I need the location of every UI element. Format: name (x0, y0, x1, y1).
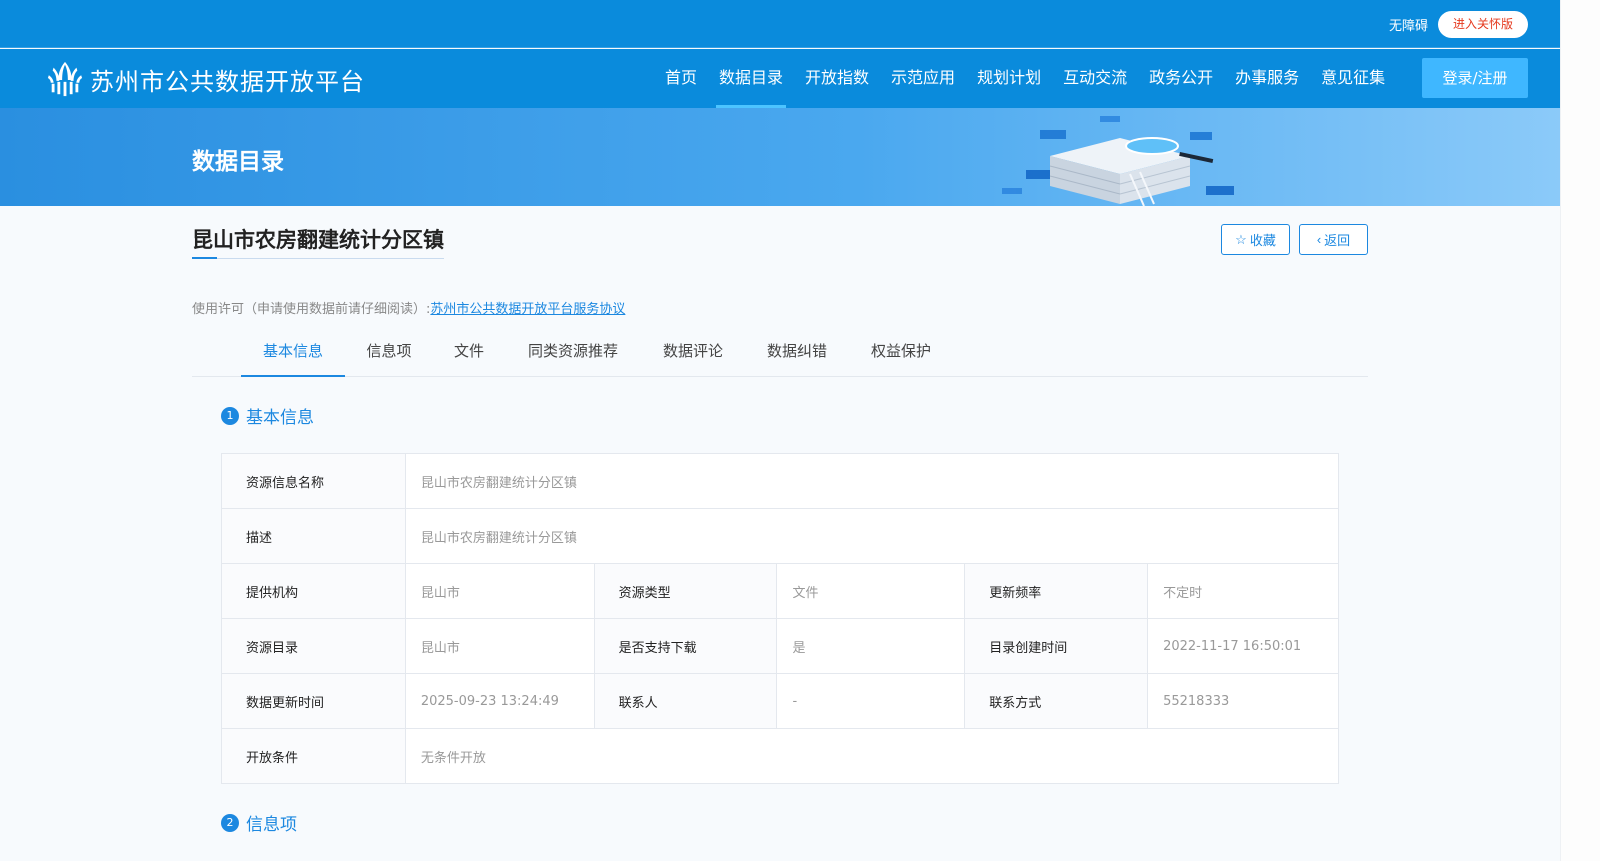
chevron-left-icon: ‹ (1316, 232, 1322, 247)
section-basic-info-heading: 1 基本信息 (221, 403, 314, 428)
nav-data-catalog[interactable]: 数据目录 (708, 49, 794, 108)
provider-label: 提供机构 (221, 563, 406, 619)
open-condition-label: 开放条件 (221, 728, 406, 784)
data-updated-value: 2025-09-23 13:24:49 (404, 673, 595, 729)
open-condition-value: 无条件开放 (404, 728, 1340, 784)
tab-data-correction[interactable]: 数据纠错 (754, 330, 840, 377)
detail-tabs: 基本信息 信息项 文件 同类资源推荐 数据评论 数据纠错 权益保护 (192, 330, 1368, 377)
table-row: 数据更新时间 2025-09-23 13:24:49 联系人 - 联系方式 55… (221, 673, 1339, 729)
table-row: 提供机构 昆山市 资源类型 文件 更新频率 不定时 (221, 563, 1339, 619)
resource-title-row: 昆山市农房翻建统计分区镇 ☆ 收藏 ‹ 返回 (192, 224, 1368, 259)
update-frequency-label: 更新频率 (964, 563, 1149, 619)
contact-method-label: 联系方式 (964, 673, 1149, 729)
catalog-created-label: 目录创建时间 (964, 618, 1149, 674)
description-value: 昆山市农房翻建统计分区镇 (404, 508, 1340, 564)
section-number-badge: 1 (221, 406, 239, 425)
table-row: 资源信息名称 昆山市农房翻建统计分区镇 (221, 453, 1340, 509)
catalog-value: 昆山市 (404, 618, 595, 674)
license-notice: 使用许可（申请使用数据前请仔细阅读）:苏州市公共数据开放平台服务协议 (192, 298, 625, 317)
back-label: 返回 (1324, 233, 1351, 248)
care-mode-button[interactable]: 进入关怀版 (1438, 11, 1528, 38)
main-nav: 首页 数据目录 开放指数 示范应用 规划计划 互动交流 政务公开 办事服务 意见… (654, 49, 1396, 108)
section-label: 基本信息 (246, 408, 314, 428)
tab-basic-info[interactable]: 基本信息 (241, 330, 345, 377)
main-header: 苏州市公共数据开放平台 首页 数据目录 开放指数 示范应用 规划计划 互动交流 … (0, 49, 1560, 108)
tab-info-items[interactable]: 信息项 (352, 330, 426, 377)
data-updated-label: 数据更新时间 (221, 673, 406, 729)
nav-interaction[interactable]: 互动交流 (1052, 49, 1138, 108)
banner-title: 数据目录 (192, 149, 284, 175)
download-support-label: 是否支持下载 (593, 618, 778, 674)
star-icon: ☆ (1235, 231, 1247, 247)
basic-info-table: 资源信息名称 昆山市农房翻建统计分区镇 描述 昆山市农房翻建统计分区镇 提供机构… (221, 453, 1340, 784)
logo-icon (47, 61, 83, 97)
tab-files[interactable]: 文件 (438, 330, 500, 377)
table-row: 开放条件 无条件开放 (221, 728, 1340, 784)
top-utility-bar: 无障碍 进入关怀版 (0, 0, 1560, 48)
page-banner: 数据目录 (0, 108, 1560, 206)
page-scrollbar[interactable] (1560, 0, 1600, 861)
site-logo[interactable]: 苏州市公共数据开放平台 (46, 59, 365, 99)
section-info-items-heading: 2 信息项 (221, 810, 297, 835)
favorite-button[interactable]: ☆ 收藏 (1221, 224, 1290, 255)
contact-method-value: 55218333 (1147, 673, 1339, 729)
site-name: 苏州市公共数据开放平台 (90, 67, 365, 96)
resource-name-label: 资源信息名称 (221, 453, 406, 509)
service-agreement-link[interactable]: 苏州市公共数据开放平台服务协议 (430, 302, 625, 317)
resource-type-value: 文件 (776, 563, 966, 619)
resource-title: 昆山市农房翻建统计分区镇 (192, 224, 444, 259)
table-row: 描述 昆山市农房翻建统计分区镇 (221, 508, 1340, 564)
update-frequency-value: 不定时 (1147, 563, 1339, 619)
data-server-illustration (1002, 116, 1234, 206)
tab-rights-protection[interactable]: 权益保护 (858, 330, 944, 377)
table-row: 资源目录 昆山市 是否支持下载 是 目录创建时间 2022-11-17 16:5… (221, 618, 1339, 674)
nav-plans[interactable]: 规划计划 (966, 49, 1052, 108)
nav-feedback[interactable]: 意见征集 (1310, 49, 1396, 108)
resource-name-value: 昆山市农房翻建统计分区镇 (404, 453, 1340, 509)
description-label: 描述 (221, 508, 406, 564)
catalog-label: 资源目录 (221, 618, 406, 674)
favorite-label: 收藏 (1249, 233, 1276, 248)
tab-similar-resources[interactable]: 同类资源推荐 (514, 330, 632, 377)
nav-open-index[interactable]: 开放指数 (794, 49, 880, 108)
provider-value: 昆山市 (404, 563, 595, 619)
license-prefix: 使用许可（申请使用数据前请仔细阅读）: (192, 302, 431, 317)
section-label: 信息项 (246, 815, 297, 835)
download-support-value: 是 (776, 618, 966, 674)
contact-person-label: 联系人 (593, 673, 778, 729)
nav-services[interactable]: 办事服务 (1224, 49, 1310, 108)
nav-home[interactable]: 首页 (654, 49, 708, 108)
contact-person-value: - (776, 673, 966, 729)
section-number-badge: 2 (221, 813, 239, 832)
tab-data-comments[interactable]: 数据评论 (650, 330, 736, 377)
back-button[interactable]: ‹ 返回 (1299, 224, 1368, 255)
nav-demo-apps[interactable]: 示范应用 (880, 49, 966, 108)
catalog-created-value: 2022-11-17 16:50:01 (1147, 618, 1339, 674)
resource-type-label: 资源类型 (593, 563, 778, 619)
nav-gov-affairs[interactable]: 政务公开 (1138, 49, 1224, 108)
accessibility-link[interactable]: 无障碍 (1389, 15, 1428, 34)
login-register-button[interactable]: 登录/注册 (1422, 58, 1528, 98)
